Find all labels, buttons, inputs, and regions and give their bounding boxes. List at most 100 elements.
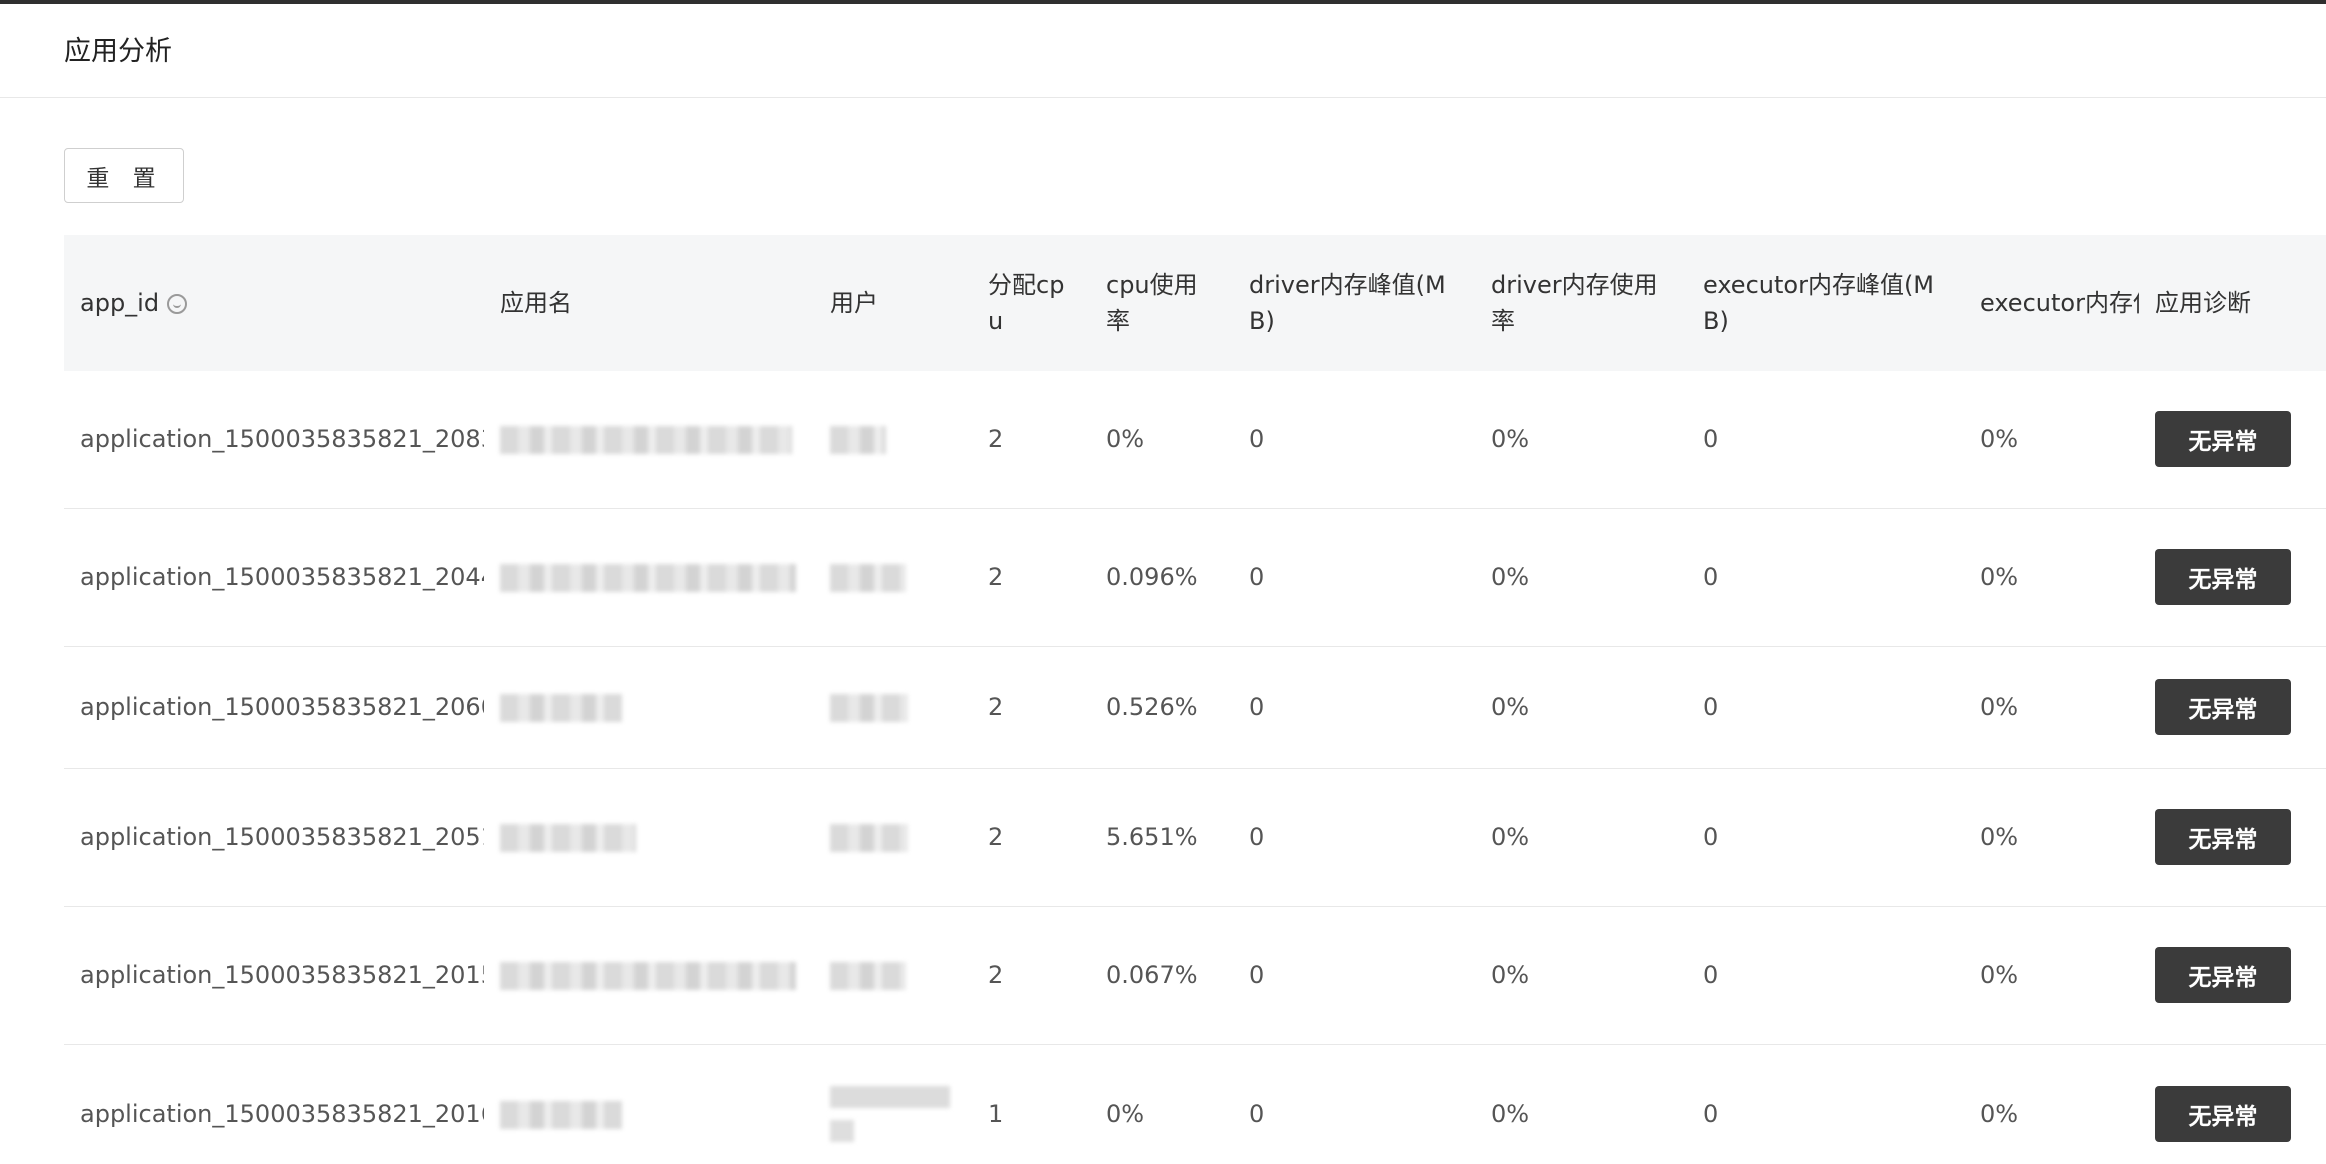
cell-driver-memory-usage: 0% [1475,768,1687,907]
cell-app-id: application_1500035835821_2044 [64,508,484,647]
redacted-text [500,961,796,990]
cell-app-name-redacted [484,906,814,1045]
table-row: application_1500035835821_2051 2 5.651% … [64,768,2326,907]
cell-executor-memory-peak: 0 [1687,1044,1964,1164]
cell-executor-memory-usage: 0% [1964,768,2139,907]
column-header-driver-memory-peak: driver内存峰值(MB) [1233,235,1475,371]
cell-user-redacted [814,1044,972,1164]
cell-app-name-redacted [484,768,814,907]
cell-cpu-usage: 0.096% [1090,508,1233,647]
column-header-diagnosis: 应用诊断 [2139,235,2326,371]
cell-executor-memory-peak: 0 [1687,646,1964,769]
page-title: 应用分析 [64,36,172,67]
cell-executor-memory-peak: 0 [1687,371,1964,509]
column-header-app-name: 应用名 [484,235,814,371]
table-row: application_1500035835821_2044 2 0.096% … [64,508,2326,647]
cell-app-id: application_1500035835821_2051 [64,768,484,907]
cell-allocated-cpu: 2 [972,906,1090,1045]
cell-driver-memory-peak: 0 [1233,906,1475,1045]
cell-allocated-cpu: 2 [972,768,1090,907]
cell-allocated-cpu: 2 [972,371,1090,509]
table-row: application_1500035835821_2016 1 0% 0 0%… [64,1044,2326,1164]
diagnosis-button[interactable]: 无异常 [2155,411,2291,468]
cell-user-redacted [814,646,972,769]
column-header-executor-memory-usage: executor内存使用率 [1964,235,2139,371]
cell-diagnosis: 无异常 [2139,646,2326,769]
cell-app-id: application_1500035835821_2016 [64,1044,484,1164]
cell-allocated-cpu: 2 [972,646,1090,769]
column-header-app-id: app_id [64,235,484,371]
cell-allocated-cpu: 2 [972,508,1090,647]
cell-diagnosis: 无异常 [2139,768,2326,907]
table-row: application_1500035835821_2083 2 0% 0 0%… [64,371,2326,509]
cell-diagnosis: 无异常 [2139,371,2326,509]
cell-app-id: application_1500035835821_2060 [64,646,484,769]
column-header-cpu-usage: cpu使用率 [1090,235,1233,371]
cell-user-redacted [814,906,972,1045]
cell-driver-memory-peak: 0 [1233,768,1475,907]
cell-cpu-usage: 0% [1090,1044,1233,1164]
cell-driver-memory-usage: 0% [1475,371,1687,509]
cell-executor-memory-usage: 0% [1964,371,2139,509]
cell-diagnosis: 无异常 [2139,508,2326,647]
redacted-text [830,961,906,990]
redacted-text [500,693,622,722]
column-header-allocated-cpu: 分配cpu [972,235,1090,371]
cell-driver-memory-usage: 0% [1475,508,1687,647]
redacted-text [500,563,796,592]
redacted-text [830,563,906,592]
table-header-row: app_id 应用名 用户 分配cpu cpu使用率 driver内存峰值(MB… [64,235,2326,371]
cell-cpu-usage: 0.526% [1090,646,1233,769]
cell-diagnosis: 无异常 [2139,906,2326,1045]
cell-user-redacted [814,768,972,907]
cell-executor-memory-usage: 0% [1964,906,2139,1045]
cell-app-id: application_1500035835821_2083 [64,371,484,509]
cell-app-name-redacted [484,371,814,509]
cell-driver-memory-usage: 0% [1475,906,1687,1045]
diagnosis-button[interactable]: 无异常 [2155,947,2291,1003]
diagnosis-button[interactable]: 无异常 [2155,809,2291,865]
diagnosis-button[interactable]: 无异常 [2155,1086,2291,1142]
cell-cpu-usage: 0.067% [1090,906,1233,1045]
redacted-text [830,823,908,852]
cell-app-name-redacted [484,508,814,647]
cell-driver-memory-peak: 0 [1233,1044,1475,1164]
cell-executor-memory-peak: 0 [1687,906,1964,1045]
redacted-text [830,693,908,722]
cell-diagnosis: 无异常 [2139,1044,2326,1164]
redacted-text [830,1086,950,1142]
page-header: 应用分析 [0,4,2326,98]
cell-driver-memory-peak: 0 [1233,508,1475,647]
cell-executor-memory-usage: 0% [1964,1044,2139,1164]
table-row: application_1500035835821_2060 2 0.526% … [64,646,2326,769]
app-analysis-table-container[interactable]: app_id 应用名 用户 分配cpu cpu使用率 driver内存峰值(MB… [64,235,2326,1164]
table-row: application_1500035835821_2015 2 0.067% … [64,906,2326,1045]
column-header-driver-memory-usage: driver内存使用率 [1475,235,1687,371]
cell-executor-memory-usage: 0% [1964,508,2139,647]
cell-user-redacted [814,508,972,647]
cell-cpu-usage: 5.651% [1090,768,1233,907]
app-analysis-table: app_id 应用名 用户 分配cpu cpu使用率 driver内存峰值(MB… [64,235,2326,1164]
cell-user-redacted [814,371,972,509]
cell-driver-memory-usage: 0% [1475,646,1687,769]
redacted-text [830,425,886,454]
cell-app-id: application_1500035835821_2015 [64,906,484,1045]
redacted-text [500,1100,622,1129]
cell-allocated-cpu: 1 [972,1044,1090,1164]
cell-executor-memory-usage: 0% [1964,646,2139,769]
cell-driver-memory-usage: 0% [1475,1044,1687,1164]
cell-executor-memory-peak: 0 [1687,508,1964,647]
column-header-executor-memory-peak: executor内存峰值(MB) [1687,235,1964,371]
cell-executor-memory-peak: 0 [1687,768,1964,907]
cell-app-name-redacted [484,1044,814,1164]
info-icon[interactable] [167,294,188,314]
cell-app-name-redacted [484,646,814,769]
cell-cpu-usage: 0% [1090,371,1233,509]
cell-driver-memory-peak: 0 [1233,646,1475,769]
diagnosis-button[interactable]: 无异常 [2155,549,2291,605]
column-header-user: 用户 [814,235,972,371]
reset-button[interactable]: 重 置 [64,148,184,203]
diagnosis-button[interactable]: 无异常 [2155,679,2291,735]
redacted-text [500,425,792,454]
cell-driver-memory-peak: 0 [1233,371,1475,509]
